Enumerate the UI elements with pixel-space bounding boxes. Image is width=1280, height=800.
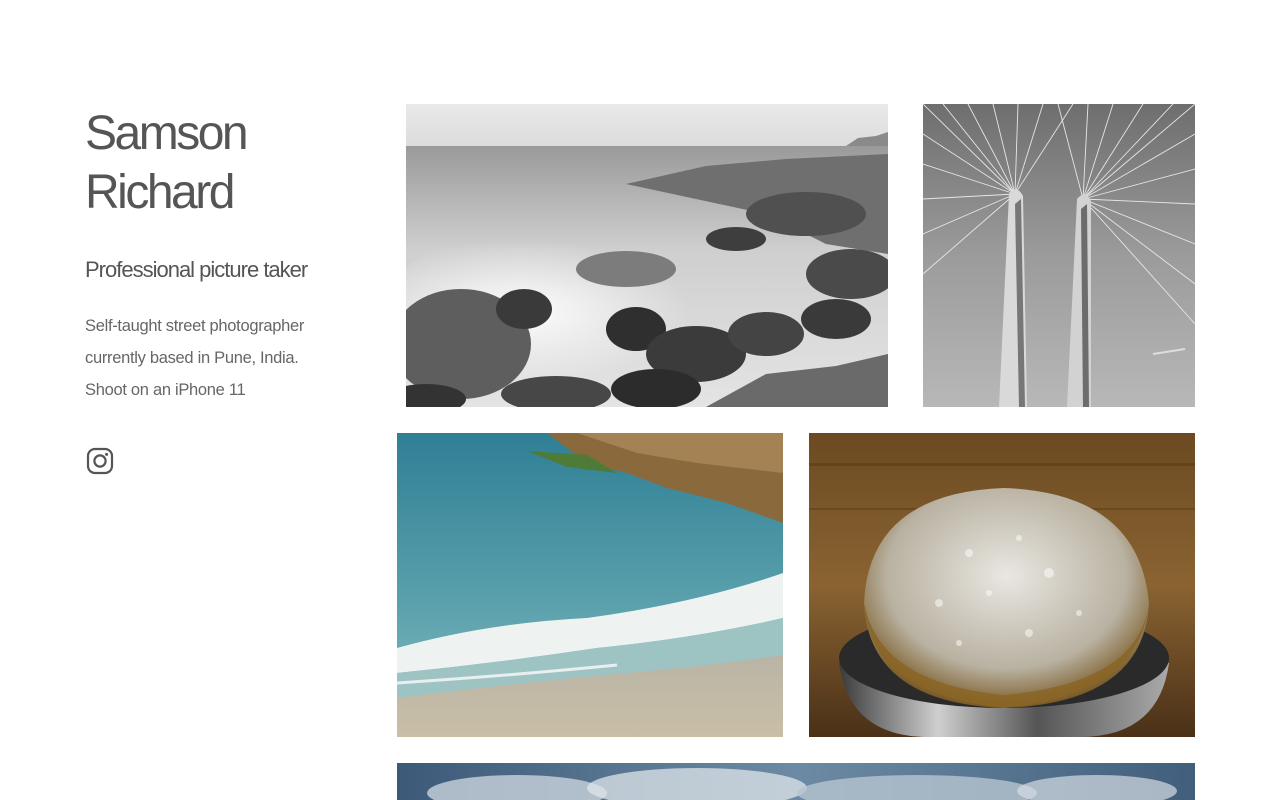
bio: Self-taught street photographer currentl… xyxy=(85,310,365,406)
tagline: Professional picture taker xyxy=(85,257,308,282)
gallery-photo-seashore[interactable] xyxy=(406,104,888,407)
bio-line: Shoot on an iPhone 11 xyxy=(85,381,246,399)
seashore-image xyxy=(406,104,888,407)
gallery-photo-beach[interactable] xyxy=(397,433,783,737)
gallery-photo-bridge[interactable] xyxy=(923,104,1195,407)
instagram-icon xyxy=(86,447,114,475)
beach-image xyxy=(397,433,783,737)
name-line-first: Samson xyxy=(85,107,249,160)
gallery-photo-coffee[interactable] xyxy=(809,433,1195,737)
bio-line: Self-taught street photographer xyxy=(85,317,305,335)
profile-sidebar: Samson Richard Professional picture take… xyxy=(85,104,365,476)
bridge-image xyxy=(923,104,1195,407)
name-line-last: Richard xyxy=(85,166,235,219)
instagram-link[interactable] xyxy=(85,446,115,476)
bio-line: currently based in Pune, India. xyxy=(85,349,299,367)
gallery-photo-sky[interactable] xyxy=(397,763,1195,800)
photographer-name: Samson Richard xyxy=(85,104,365,222)
sky-image xyxy=(397,763,1195,800)
coffee-image xyxy=(809,433,1195,737)
